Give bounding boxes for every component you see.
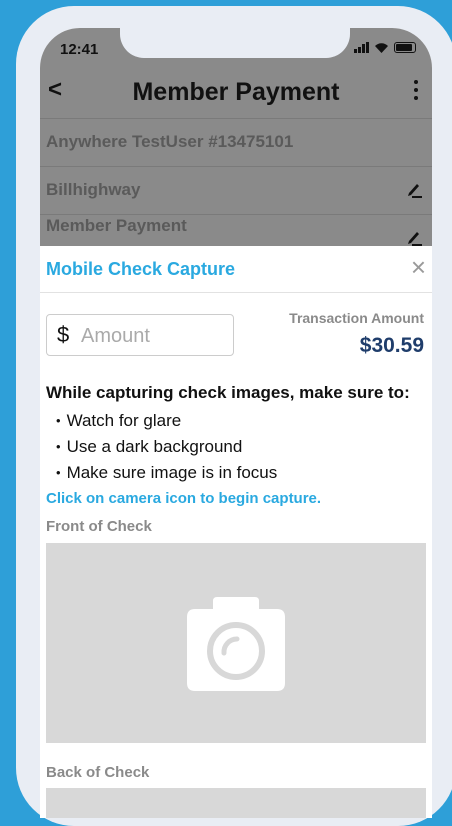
currency-symbol: $ [57, 322, 70, 347]
front-check-capture[interactable] [46, 543, 426, 743]
background-app: 12:41 < Member Payment Anywhere TestUser… [40, 28, 432, 258]
phone-screen: 12:41 < Member Payment Anywhere TestUser… [40, 28, 432, 818]
status-icons [354, 42, 416, 53]
camera-icon[interactable] [187, 595, 285, 691]
capture-hint: Click on camera icon to begin capture. [46, 490, 322, 507]
edit-icon[interactable] [406, 181, 422, 199]
phone-notch [120, 28, 350, 58]
app-header: < Member Payment [40, 68, 432, 118]
row-label: Billhighway [46, 180, 141, 199]
billhighway-row[interactable]: Billhighway [40, 166, 432, 214]
page-title: Member Payment [132, 78, 340, 106]
check-capture-modal: Mobile Check Capture × $ Transaction Amo… [40, 246, 432, 818]
instructions-list: Watch for glare Use a dark background Ma… [56, 408, 278, 486]
modal-title: Mobile Check Capture [46, 259, 236, 279]
edit-icon[interactable] [406, 229, 422, 247]
instructions-title: While capturing check images, make sure … [46, 383, 410, 402]
row-label: Anywhere TestUser #13475101 [46, 132, 294, 151]
more-vertical-icon[interactable] [414, 80, 418, 100]
transaction-amount-value: $30.59 [359, 334, 424, 357]
close-button[interactable]: × [411, 254, 426, 280]
battery-icon [394, 42, 416, 53]
instruction-item: Use a dark background [56, 434, 277, 460]
back-of-check-label: Back of Check [46, 764, 150, 781]
amount-field[interactable]: $ [46, 314, 234, 356]
transaction-amount-label: Transaction Amount [289, 310, 424, 326]
modal-header: Mobile Check Capture × [40, 246, 432, 293]
instruction-item: Watch for glare [56, 408, 277, 434]
member-name-row[interactable]: Anywhere TestUser #13475101 [40, 118, 432, 166]
instruction-item: Make sure image is in focus [56, 460, 278, 486]
status-time: 12:41 [60, 41, 99, 58]
wifi-icon [375, 43, 388, 53]
front-of-check-label: Front of Check [46, 518, 152, 535]
signal-icon [354, 42, 369, 53]
back-check-capture[interactable] [46, 788, 426, 818]
amount-input[interactable] [79, 321, 233, 351]
row-label: Member Payment [46, 216, 187, 235]
